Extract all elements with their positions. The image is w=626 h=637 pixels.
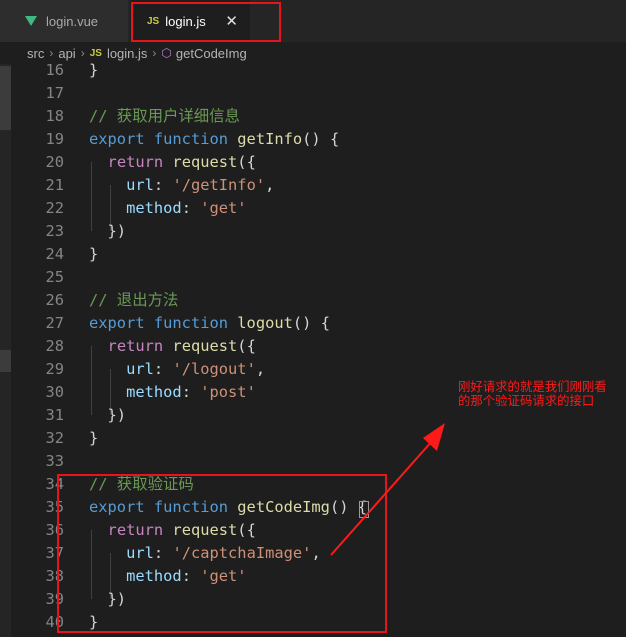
annotation-arrow [330,423,445,556]
annotation-text: 刚好请求的就是我们刚刚看的那个验证码请求的接口 [458,379,607,408]
